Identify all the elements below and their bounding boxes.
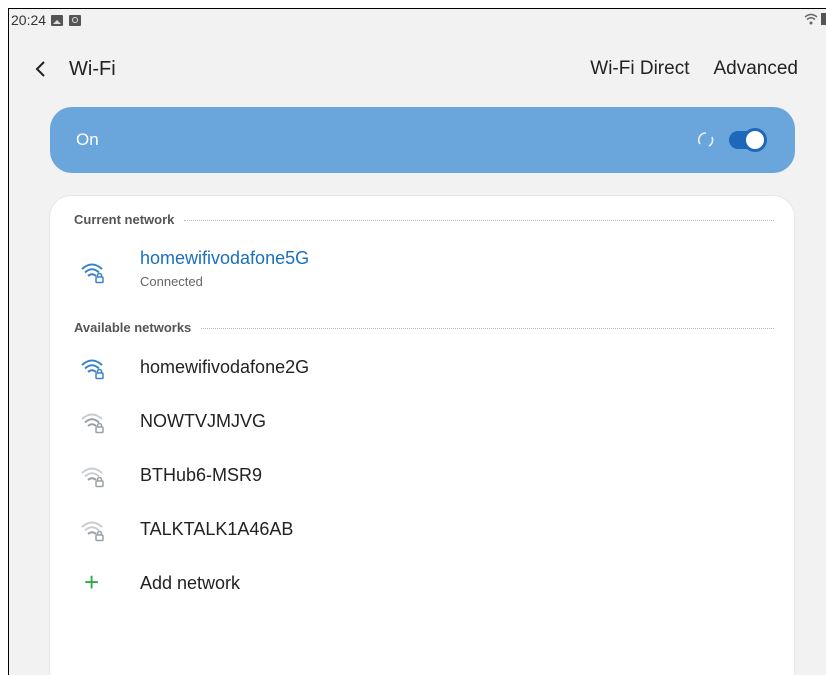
camera-icon bbox=[69, 14, 82, 26]
network-row[interactable]: TALKTALK1A46AB bbox=[50, 504, 794, 556]
status-bar: 20:24 bbox=[9, 9, 826, 31]
wifi-secured-weak-icon bbox=[81, 413, 104, 434]
scanning-spinner-icon bbox=[697, 132, 714, 147]
network-row[interactable]: BTHub6-MSR9 bbox=[50, 450, 794, 502]
advanced-button[interactable]: Advanced bbox=[713, 58, 798, 80]
current-network-header: Current network bbox=[74, 212, 774, 227]
network-name: BTHub6-MSR9 bbox=[140, 465, 263, 485]
wifi-secured-weak-icon bbox=[81, 521, 104, 542]
network-name: homewifivodafone2G bbox=[140, 357, 310, 377]
section-title: Current network bbox=[74, 212, 175, 227]
add-network-label: Add network bbox=[140, 573, 241, 593]
divider bbox=[184, 220, 774, 221]
network-row[interactable]: NOWTVJMJVG bbox=[50, 396, 794, 448]
gallery-icon bbox=[51, 14, 64, 26]
section-title: Available networks bbox=[74, 320, 192, 335]
network-name: homewifivodafone5G bbox=[140, 248, 310, 268]
network-name: NOWTVJMJVG bbox=[140, 411, 266, 431]
network-row[interactable]: homewifivodafone2G bbox=[50, 342, 794, 394]
wifi-secured-weak-icon bbox=[81, 467, 104, 488]
current-network-row[interactable]: homewifivodafone5G Connected bbox=[50, 246, 794, 298]
wifi-secured-strong-icon bbox=[81, 263, 104, 284]
wifi-icon bbox=[804, 13, 818, 25]
wifi-direct-button[interactable]: Wi-Fi Direct bbox=[590, 58, 689, 80]
header-actions: Wi-Fi Direct Advanced bbox=[590, 58, 798, 80]
network-status: Connected bbox=[140, 274, 203, 289]
page-title: Wi-Fi bbox=[69, 58, 116, 80]
network-name: TALKTALK1A46AB bbox=[140, 519, 294, 539]
screen: 20:24 Wi-Fi Wi-Fi Direct Advanced On Cur… bbox=[8, 8, 826, 675]
status-right bbox=[804, 13, 826, 25]
switch-state-label: On bbox=[76, 130, 99, 149]
back-arrow-icon[interactable] bbox=[29, 57, 53, 81]
battery-icon bbox=[821, 13, 826, 25]
plus-icon: + bbox=[84, 567, 100, 597]
app-header: Wi-Fi Wi-Fi Direct Advanced bbox=[9, 49, 826, 89]
divider bbox=[201, 328, 774, 329]
available-networks-header: Available networks bbox=[74, 320, 774, 335]
networks-card: Current network homewifivodafone5G Conne… bbox=[49, 195, 795, 675]
wifi-toggle-switch[interactable] bbox=[729, 128, 767, 152]
add-network-row[interactable]: + Add network bbox=[50, 558, 794, 610]
switch-knob bbox=[743, 128, 767, 152]
wifi-secured-strong-icon bbox=[81, 359, 104, 380]
wifi-master-switch-bar[interactable]: On bbox=[50, 107, 795, 173]
status-time: 20:24 bbox=[11, 12, 47, 28]
